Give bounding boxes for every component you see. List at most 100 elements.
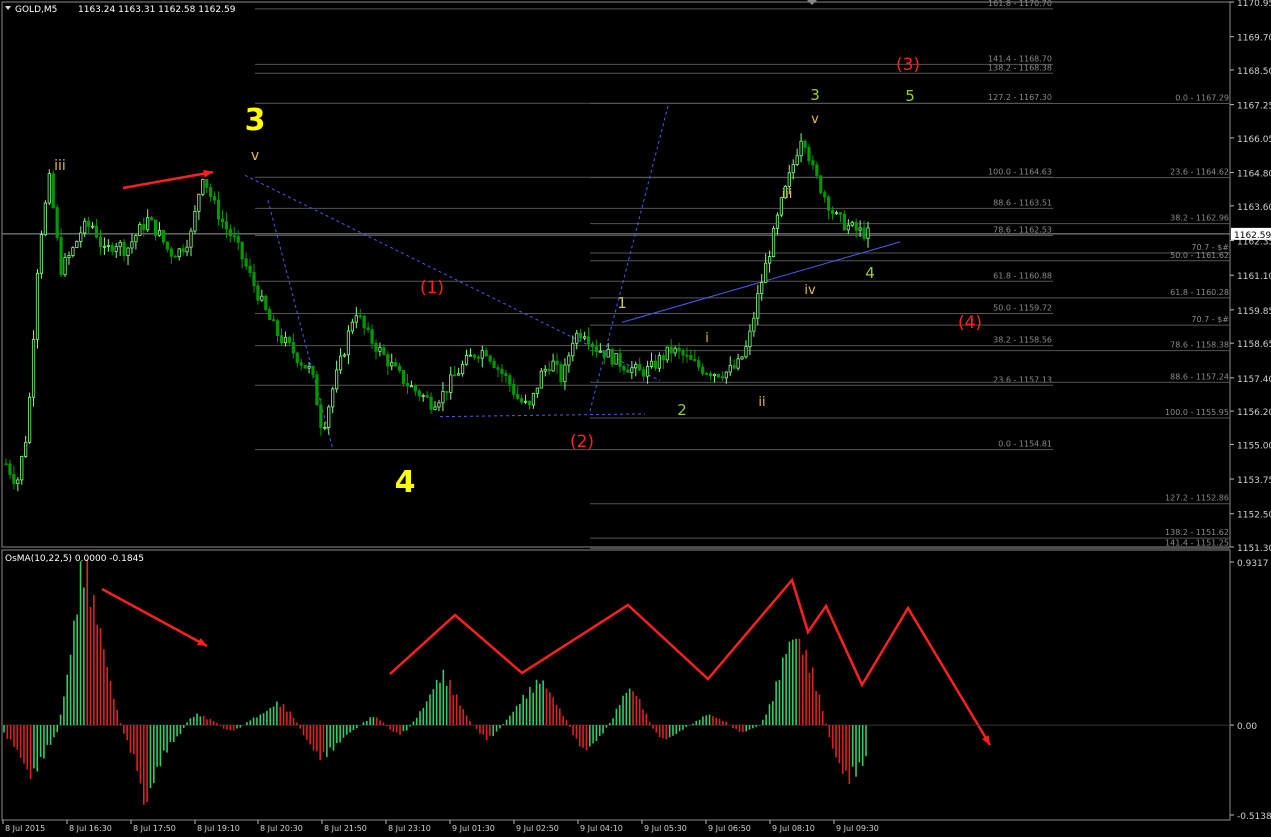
candle-body [98,236,103,248]
wave-label: (4) [958,313,982,333]
candle-body [118,242,122,248]
candle-body [106,244,110,247]
candle-body [201,179,205,195]
candle-body [527,400,532,406]
osma-axis: 0.9317 0.00 -0.5138 [1230,559,1271,822]
fibo-level-label: 38.2 - 1158.56 [993,336,1052,345]
osma-zigzag-arrow [389,577,992,746]
candle-body [567,355,571,366]
candle-body [405,383,410,387]
time-tick-label: 8 Jul 17:50 [133,824,176,833]
candle-body [256,285,260,301]
candle-body [492,360,496,369]
candle-body [283,336,288,344]
candle-body [260,295,264,301]
candle-body [712,373,717,377]
wave-label: 5 [905,87,915,105]
time-tick-label: 8 Jul 2015 [5,824,45,833]
fibo-level-label: 138.2 - 1151.62 [1165,528,1229,537]
candle-body [205,179,209,188]
candle-body [382,347,386,355]
candle-body [47,173,51,204]
candle-body [693,359,697,362]
candle-body [20,456,24,481]
price-tick-label: 1159.85 [1237,307,1271,317]
candle-body [626,369,630,373]
candle-body [299,362,303,366]
price-tick-label: 1163.60 [1237,203,1271,213]
candle-body [767,256,772,264]
candle-body [197,193,201,212]
fibo-level-label: 38.2 - 1162.96 [1170,214,1229,223]
candle-body [394,362,398,367]
candle-body [614,353,618,365]
candle-body [401,370,406,384]
fibo-level-label: 78.6 - 1158.38 [1170,341,1229,350]
candle-body [748,330,752,348]
candle-body [858,227,862,231]
candle-body [275,320,280,337]
candle-body [43,202,47,236]
candle-body [460,363,465,375]
price-tick-label: 1158.65 [1237,340,1271,350]
time-tick-label: 8 Jul 19:10 [197,824,240,833]
candle-body [153,219,158,236]
fibo-level-label: 161.8 - 1170.70 [988,0,1052,8]
candle-body [386,354,390,367]
candle-body [16,479,20,485]
candle-body [240,241,244,260]
price-tick-label: 1168.50 [1237,67,1271,77]
candle-body [122,242,126,256]
trend-arrow-head [203,169,213,178]
fibo-level-label: 23.6 - 1164.62 [1170,168,1229,177]
candle-body [803,140,807,148]
chart-window[interactable]: 1170.95 1169.70 1168.50 1167.25 1166.05 1164.… [0,0,1271,833]
dropdown-icon [5,6,11,10]
candle-body [775,214,780,229]
candle-body [669,346,673,354]
price-tick-label: 1151.30 [1237,544,1271,554]
candle-body [756,293,760,319]
candle-body [150,217,154,221]
candle-body [571,342,575,357]
wave-label: i [705,331,709,346]
candle-body [701,366,705,374]
candle-body [366,327,370,331]
time-tick-label: 9 Jul 08:10 [772,824,815,833]
candle-body [551,360,555,372]
candle-body [358,315,362,318]
candle-body [264,295,268,310]
candle-body [311,366,315,376]
candle-body [83,220,87,234]
wave-label: ii [758,395,765,410]
time-axis: 8 Jul 2015 8 Jul 16:30 8 Jul 17:50 8 Jul 19… [2,820,879,833]
candle-body [752,317,756,332]
wave-label: iv [804,283,816,298]
candle-body [634,364,638,369]
wave-label: (3) [896,55,920,75]
candle-body [224,221,229,230]
chart-canvas[interactable]: 1170.95 1169.70 1168.50 1167.25 1166.05 1164.… [0,0,1271,833]
fibo-level-label: 50.0 - 1159.72 [993,303,1052,312]
time-tick-label: 8 Jul 23:10 [388,824,431,833]
candle-body [12,473,16,485]
fibo-level-label: 141.4 - 1168.70 [988,54,1052,63]
candle-body [390,362,394,367]
candle-body [335,369,339,390]
candle-body [610,348,614,365]
candle-body [236,236,240,243]
price-tick-label: 1152.50 [1237,511,1271,521]
candle-body [398,365,402,371]
price-tick-label: 1157.40 [1237,375,1271,385]
time-tick-label: 9 Jul 04:10 [580,824,623,833]
symbol-header: GOLD,M5 [15,5,57,15]
fibo-level-label: 127.2 - 1167.30 [988,93,1052,102]
candle-body [496,367,500,370]
candle-body [630,367,634,373]
fibo-level-label: 100.0 - 1155.95 [1165,408,1229,417]
candle-body [520,398,524,403]
time-tick-label: 9 Jul 06:50 [708,824,751,833]
candle-body [791,164,795,174]
wave-label: iii [54,158,66,174]
time-tick-label: 9 Jul 01:30 [452,824,495,833]
